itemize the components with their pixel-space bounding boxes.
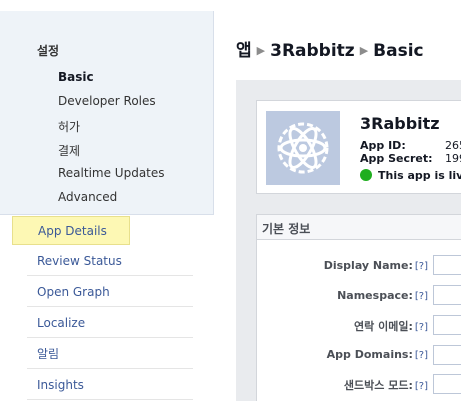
help-icon[interactable]: [?] xyxy=(415,381,428,392)
contact-email-label: 연락 이메일: [?] xyxy=(354,320,428,333)
contact-email-input[interactable] xyxy=(433,315,461,335)
help-icon[interactable]: [?] xyxy=(415,350,428,361)
breadcrumb-separator-icon: ▶ xyxy=(256,44,266,57)
namespace-input[interactable] xyxy=(433,285,461,305)
basic-info-panel xyxy=(256,214,461,401)
nav-app-details[interactable]: App Details xyxy=(12,216,130,245)
sidebar-item-developer-roles[interactable]: Developer Roles xyxy=(58,94,156,108)
app-secret-value: 199 xyxy=(445,152,461,165)
nav-open-graph[interactable]: Open Graph xyxy=(27,278,193,307)
sandbox-mode-label: 샌드박스 모드: [?] xyxy=(343,379,428,392)
help-icon[interactable]: [?] xyxy=(415,322,428,333)
sidebar-item-realtime-updates[interactable]: Realtime Updates xyxy=(58,166,165,180)
sidebar: 설정 Basic Developer Roles 허가 결제 Realtime … xyxy=(0,0,214,401)
sidebar-item-basic[interactable]: Basic xyxy=(58,70,94,84)
app-name: 3Rabbitz xyxy=(360,114,440,133)
breadcrumb-separator-icon: ▶ xyxy=(359,44,369,57)
sidebar-item-payments[interactable]: 결제 xyxy=(58,142,80,159)
atom-gear-icon[interactable] xyxy=(266,111,340,185)
nav-insights[interactable]: Insights xyxy=(27,371,193,400)
sandbox-mode-input[interactable] xyxy=(433,374,461,394)
live-status-icon xyxy=(360,169,372,181)
nav-notifications[interactable]: 알림 xyxy=(27,340,193,369)
app-id-value: 265 xyxy=(445,139,461,152)
sidebar-item-advanced[interactable]: Advanced xyxy=(58,190,117,204)
basic-info-title: 기본 정보 xyxy=(262,222,311,236)
nav-localize[interactable]: Localize xyxy=(27,309,193,338)
display-name-label: Display Name: [?] xyxy=(323,259,428,272)
settings-panel xyxy=(0,11,214,215)
sidebar-item-permissions[interactable]: 허가 xyxy=(58,118,80,135)
help-icon[interactable]: [?] xyxy=(415,291,428,302)
display-name-input[interactable] xyxy=(433,255,461,275)
breadcrumb-app[interactable]: 3Rabbitz xyxy=(270,41,355,61)
breadcrumb-apps[interactable]: 앱 xyxy=(236,41,252,61)
breadcrumb-page: Basic xyxy=(373,41,424,61)
app-secret-label: App Secret: xyxy=(360,152,433,165)
live-status-text: This app is live xyxy=(378,169,461,182)
nav-review-status[interactable]: Review Status xyxy=(27,247,193,276)
settings-section-title: 설정 xyxy=(37,44,60,58)
help-icon[interactable]: [?] xyxy=(415,261,428,272)
app-domains-label: App Domains: [?] xyxy=(326,348,428,361)
namespace-label: Namespace: [?] xyxy=(337,289,428,302)
app-id-label: App ID: xyxy=(360,139,406,152)
breadcrumb: 앱 ▶ 3Rabbitz ▶ Basic xyxy=(236,36,424,61)
app-domains-input[interactable] xyxy=(433,345,461,365)
